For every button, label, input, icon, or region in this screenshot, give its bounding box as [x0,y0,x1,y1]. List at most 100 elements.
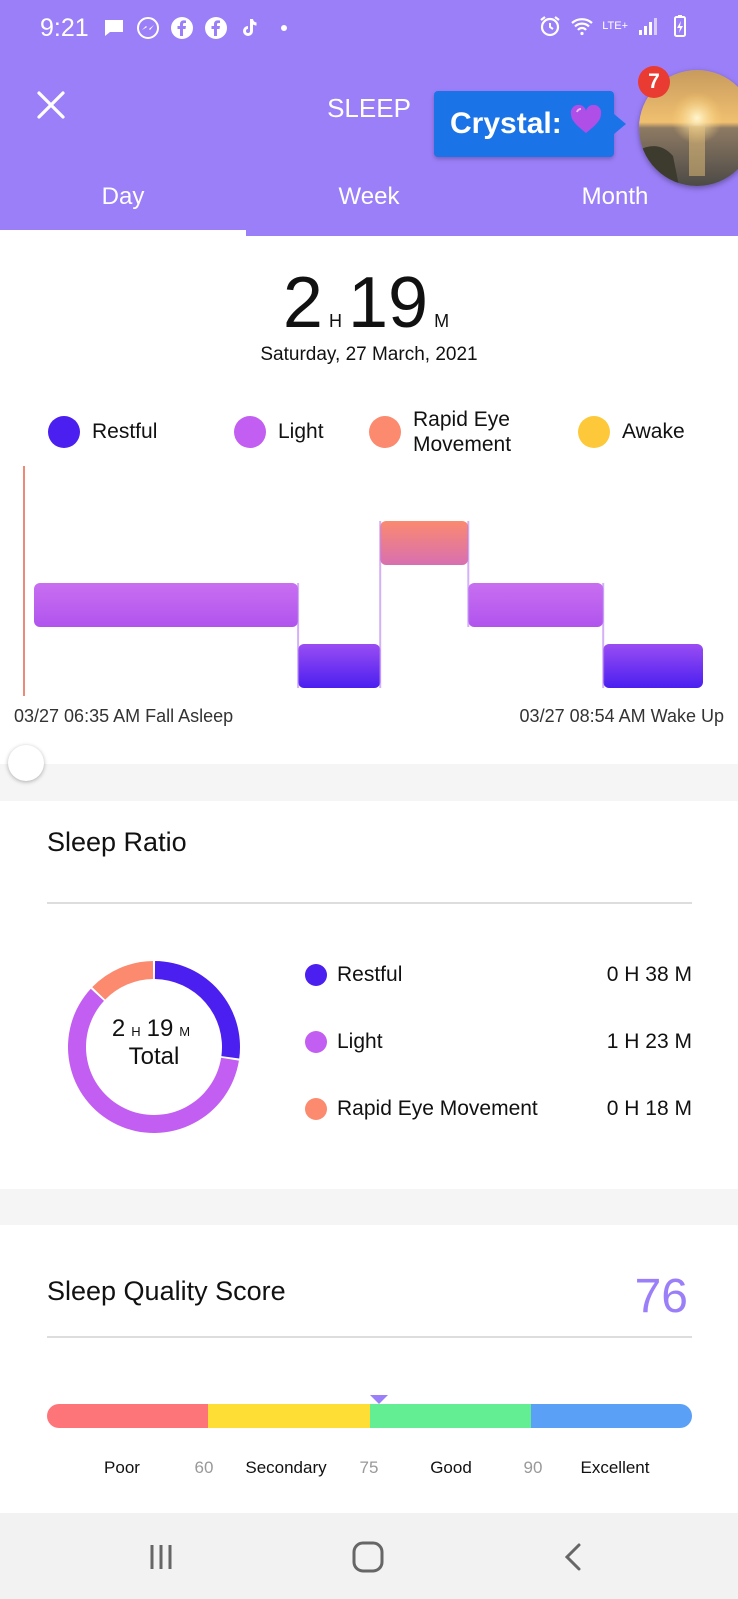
ratio-list: Restful 0 H 38 M Light 1 H 23 M Rapid Ey… [305,941,692,1142]
tab-week[interactable]: Week [246,175,492,236]
ratio-rem-label: Rapid Eye Movement [337,1096,538,1120]
recent-apps-button[interactable] [141,1537,181,1577]
messenger-icon [136,16,160,40]
scale-label-excellent: Excellent [580,1458,650,1477]
scale-label-secondary: Secondary [245,1458,327,1477]
scale-threshold-90: 90 [523,1458,543,1477]
sleep-summary-card: 2 H19 M Saturday, 27 March, 2021 Restful L… [0,236,738,800]
scale-segment-good [369,1404,531,1428]
timeline-slider-knob[interactable] [8,745,44,781]
duration-hours: 2 [282,263,323,343]
sleep-quality-title: Sleep Quality Score [47,1276,286,1306]
scale-segment-poor [47,1404,209,1428]
tab-week-label: Week [338,183,400,210]
ratio-light-value: 1 H 23 M [606,1029,692,1053]
donut-minutes-unit: M [179,1024,191,1039]
message-icon [102,16,126,40]
stage-transition [467,521,470,627]
legend-light-swatch [234,416,266,448]
more-notifications-dot-icon [272,16,296,40]
wake-up-label: 03/27 08:54 AM Wake Up [519,706,724,726]
tab-day[interactable]: Day [0,175,246,236]
legend-rem-label: Rapid Eye Movement [413,408,512,456]
ratio-light-label: Light [337,1029,383,1053]
stage-bar-restful [298,644,381,688]
scale-threshold-75: 75 [359,1458,379,1477]
legend-light-label: Light [278,420,324,443]
stage-transition [379,521,382,688]
legend-restful-swatch [48,416,80,448]
ratio-restful-swatch [305,963,327,986]
facebook-icon-2 [204,16,228,40]
fall-asleep-label: 03/27 06:35 AM Fall Asleep [14,706,234,726]
signal-icon [636,14,660,38]
page-title: SLEEP [327,93,411,123]
donut-hours: 2 [111,1015,126,1042]
sleep-duration: 2 H19 M [0,262,738,344]
period-tabs: Day Week Month [0,175,738,236]
ratio-row-rem: Rapid Eye Movement 0 H 18 M [305,1075,692,1142]
chat-head-bubble[interactable]: Crystal: [434,91,626,157]
ratio-restful-label: Restful [337,962,403,986]
scale-label-good: Good [430,1458,472,1477]
sleep-date: Saturday, 27 March, 2021 [260,344,478,365]
back-button[interactable] [554,1537,594,1577]
scale-threshold-60: 60 [194,1458,214,1477]
sleep-ratio-title: Sleep Ratio [47,827,187,857]
sleep-quality-card: Sleep Quality Score 76 Poor 60 Secondary… [0,1225,738,1513]
legend-restful-label: Restful [92,420,158,443]
lte-indicator: LTE+ [602,20,628,32]
legend-awake-swatch [578,416,610,448]
scale-label-poor: Poor [104,1458,140,1477]
legend-light: Light [234,402,324,462]
recent-apps-icon [150,1545,172,1569]
tab-day-label: Day [101,183,145,210]
tiktok-icon [238,16,262,40]
battery-charging-icon [668,14,692,38]
legend-awake: Awake [578,402,685,462]
stage-bar-rapid-eye-movement [380,521,469,565]
ratio-rem-swatch [305,1097,327,1120]
timeline-slider-track[interactable] [0,764,738,800]
back-icon [564,1543,581,1571]
stage-transition [602,583,605,688]
score-scale-bar [47,1404,692,1428]
sleep-quality-score: 76 [634,1270,688,1323]
system-nav-bar [0,1513,738,1599]
wifi-icon [570,14,594,38]
alarm-icon [538,14,562,38]
legend-awake-label: Awake [622,420,685,443]
ratio-restful-value: 0 H 38 M [606,962,692,986]
scale-segment-secondary [208,1404,370,1428]
donut-slice-rapid-eye-movement [92,961,154,1000]
legend-restful: Restful [48,402,157,462]
ratio-light-swatch [305,1030,327,1053]
donut-hours-unit: H [131,1024,141,1039]
ratio-rem-value: 0 H 18 M [606,1096,692,1120]
home-button[interactable] [348,1537,388,1577]
donut-total-label: Total [128,1043,180,1070]
duration-hours-unit: H [328,311,342,331]
ratio-row-restful: Restful 0 H 38 M [305,941,692,1008]
stage-transition [297,583,300,688]
ratio-row-light: Light 1 H 23 M [305,1008,692,1075]
divider [47,1336,692,1338]
stage-bar-light [34,583,299,627]
scale-segment-excellent [530,1404,692,1428]
sleep-stages-chart [23,466,703,696]
home-icon [352,1541,384,1573]
donut-minutes: 19 [146,1015,174,1042]
system-icons: LTE+ [538,14,692,38]
app-header: 9:21 LTE+ SLEEP Day Week Month [0,0,738,236]
stage-legend: Restful Light Rapid Eye Movement Awake [0,402,738,462]
legend-rem: Rapid Eye Movement [369,402,511,462]
stage-bar-restful [603,644,703,688]
notification-badge: 7 [638,66,670,98]
duration-minutes: 19 [347,263,429,343]
divider [47,902,692,904]
donut-total-time: 2 H 19 M [56,1015,252,1043]
status-bar: 9:21 LTE+ [0,0,738,60]
notification-icons [102,16,296,40]
status-time: 9:21 [40,14,89,42]
duration-minutes-unit: M [434,311,450,331]
